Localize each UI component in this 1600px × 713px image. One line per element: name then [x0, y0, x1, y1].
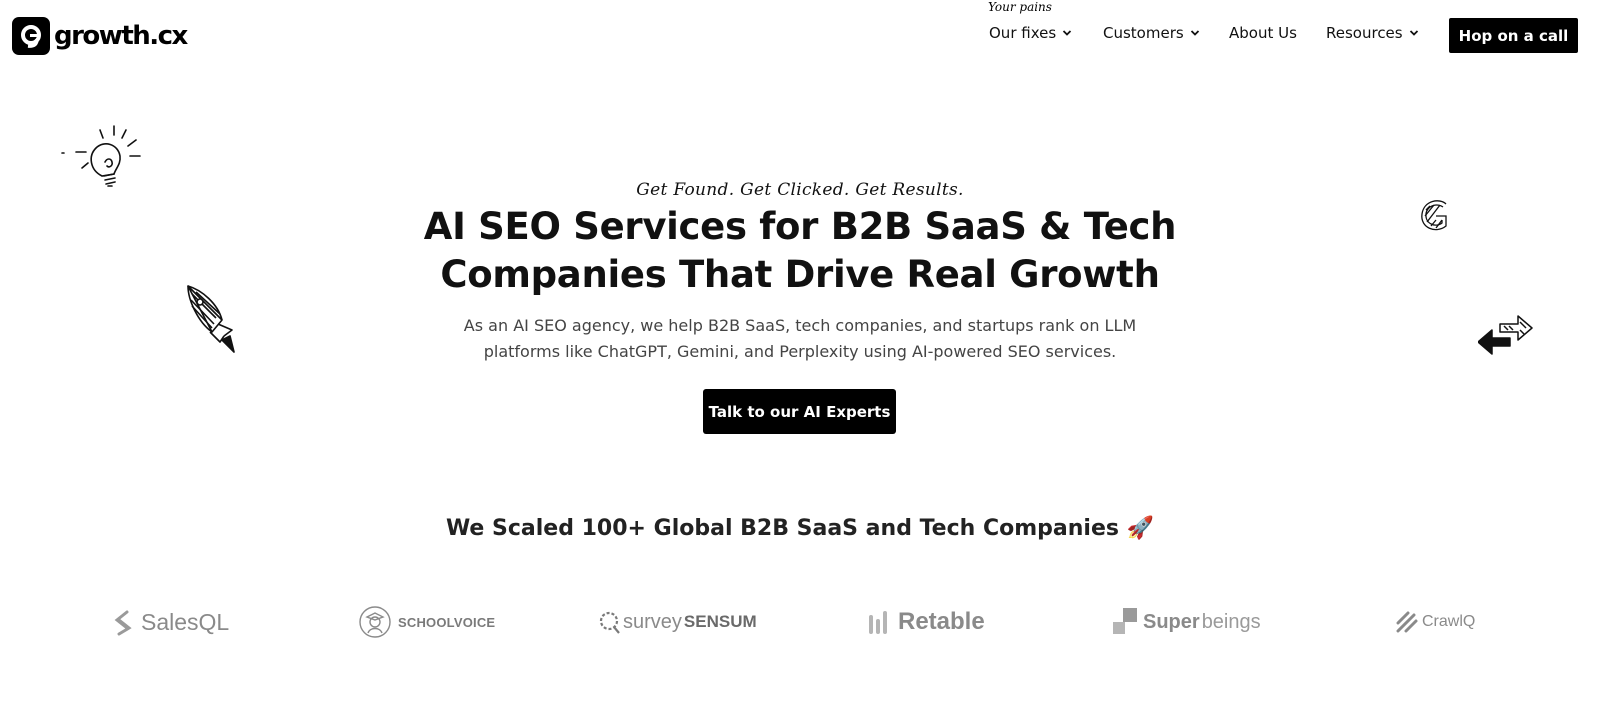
- social-proof-text: We Scaled 100+ Global B2B SaaS and Tech …: [445, 516, 1119, 541]
- crawlq-logo-icon: [1396, 611, 1418, 633]
- hero-title-line-2: Companies That Drive Real Growth: [440, 253, 1160, 296]
- client-name-part-1: Super: [1143, 610, 1200, 633]
- hero-subtitle-line-2: platforms like ChatGPT, Gemini, and Perp…: [483, 342, 1117, 361]
- g-letter-icon: [1421, 200, 1447, 231]
- client-logos: SalesQL SCHOOLVOICE survey SENSUM Retabl…: [0, 600, 1600, 644]
- client-logo-salesql: SalesQL: [111, 600, 229, 644]
- client-name-part-2: SENSUM: [683, 612, 757, 631]
- hop-on-call-button[interactable]: Hop on a call: [1449, 18, 1578, 53]
- nav-customers[interactable]: Customers: [1103, 24, 1200, 42]
- client-name-part-1: survey: [623, 610, 682, 633]
- talk-to-experts-button[interactable]: Talk to our AI Experts: [703, 389, 896, 434]
- client-logo-surveysensum: survey SENSUM: [597, 600, 757, 644]
- hero-title-line-1: AI SEO Services for B2B SaaS & Tech: [423, 205, 1177, 248]
- client-name-part-2: beings: [1201, 610, 1261, 633]
- arrows-icon: [1478, 315, 1533, 355]
- client-logo-schoolvoice: SCHOOLVOICE: [358, 600, 495, 644]
- brand-name: growth.cx: [54, 21, 188, 51]
- client-name: SalesQL: [141, 608, 230, 635]
- nav-resources[interactable]: Resources: [1326, 24, 1419, 42]
- site-header: growth.cx Your pains Our fixes Customers…: [0, 0, 1600, 70]
- chevron-down-icon: [1190, 30, 1199, 36]
- nav-label: Customers: [1103, 24, 1184, 42]
- client-name: SCHOOLVOICE: [398, 614, 496, 630]
- client-logo-superbeings: Super beings: [1113, 600, 1261, 644]
- hero-subtitle-line-1: As an AI SEO agency, we help B2B SaaS, t…: [463, 316, 1137, 335]
- client-name: CrawlQ: [1422, 613, 1476, 630]
- client-logo-retable: Retable: [868, 600, 985, 644]
- client-logo-crawlq: CrawlQ: [1394, 600, 1475, 644]
- hero-subtitle: As an AI SEO agency, we help B2B SaaS, t…: [440, 313, 1160, 365]
- client-name: Retable: [898, 608, 985, 635]
- chevron-down-icon: [1063, 30, 1072, 36]
- nav-annotation: Your pains: [988, 0, 1052, 14]
- rocket-icon: [187, 285, 235, 353]
- nav-label: Our fixes: [989, 24, 1057, 42]
- chevron-down-icon: [1409, 30, 1418, 36]
- brand-logo[interactable]: growth.cx: [12, 17, 188, 55]
- salesql-logo-icon: [114, 610, 132, 636]
- hero-title: AI SEO Services for B2B SaaS & Tech Comp…: [400, 203, 1200, 299]
- surveysensum-logo-icon: [599, 611, 620, 634]
- nav-label: About Us: [1229, 24, 1297, 42]
- nav-label: Resources: [1326, 24, 1403, 42]
- hero-tagline: Get Found. Get Clicked. Get Results.: [636, 180, 964, 200]
- social-proof-heading: We Scaled 100+ Global B2B SaaS and Tech …: [0, 516, 1600, 541]
- nav-our-fixes[interactable]: Our fixes: [989, 24, 1072, 42]
- nav-about-us[interactable]: About Us: [1229, 24, 1297, 42]
- retable-logo-icon: [869, 611, 887, 634]
- g-logo-icon: [12, 17, 50, 55]
- rocket-emoji-icon: 🚀: [1126, 516, 1155, 541]
- schoolvoice-logo-icon: [359, 606, 391, 638]
- superbeings-logo-icon: [1113, 608, 1137, 634]
